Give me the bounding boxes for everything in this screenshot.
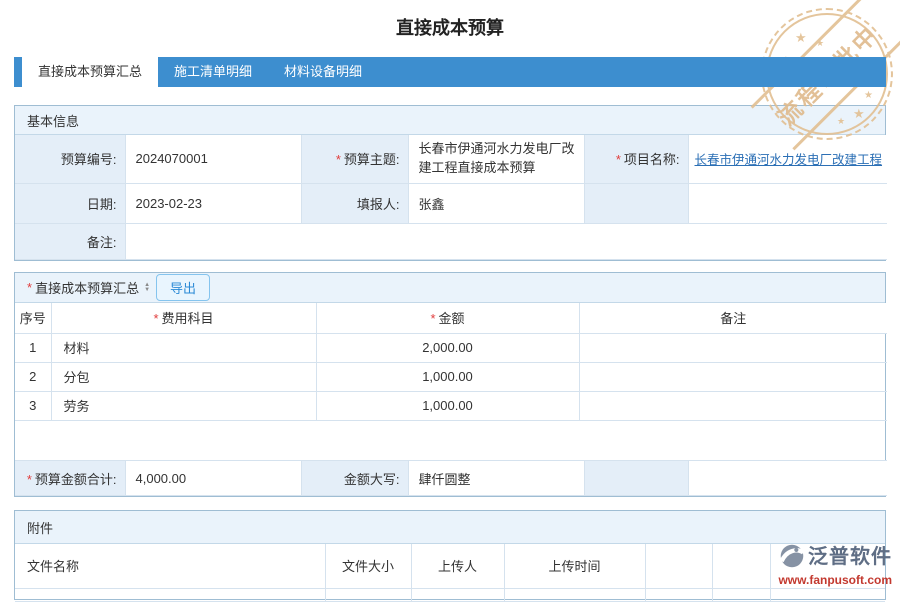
project-name-label: *项目名称: bbox=[584, 135, 688, 183]
required-mark: * bbox=[153, 311, 158, 326]
brand-website[interactable]: www.fanpusoft.com bbox=[778, 574, 892, 586]
project-link[interactable]: 长春市伊通河水力发电厂改建工程 bbox=[695, 153, 883, 167]
empty-cell bbox=[688, 183, 887, 223]
attachments-title: 附件 bbox=[27, 518, 53, 537]
preparer-label: 填报人: bbox=[301, 183, 408, 223]
row-amount: 2,000.00 bbox=[316, 333, 579, 362]
basic-info-title: 基本信息 bbox=[27, 111, 79, 130]
preparer-value: 张鑫 bbox=[408, 183, 584, 223]
summary-totals-row: *预算金额合计: 4,000.00 金额大写: 肆仟圆整 bbox=[15, 460, 887, 496]
table-row: 备注: bbox=[15, 223, 887, 259]
brand-name: 泛普软件 bbox=[808, 547, 892, 567]
amount-in-words-label: 金额大写: bbox=[301, 461, 408, 496]
attachments-section: 附件 文件名称 文件大小 上传人 上传时间 bbox=[14, 510, 886, 600]
empty-cell bbox=[15, 588, 325, 601]
date-value: 2023-02-23 bbox=[125, 183, 301, 223]
row-remark bbox=[579, 362, 887, 391]
page-title: 直接成本预算 bbox=[0, 14, 900, 40]
fanpu-logo-icon bbox=[779, 543, 805, 571]
summary-section-header: * 直接成本预算汇总 ▲ ▼ 导出 bbox=[15, 273, 885, 303]
required-mark: * bbox=[27, 280, 32, 295]
budget-no-value: 2024070001 bbox=[125, 135, 301, 183]
row-no: 3 bbox=[15, 391, 51, 420]
empty-cell bbox=[645, 588, 712, 601]
table-row: 日期: 2023-02-23 填报人: 张鑫 bbox=[15, 183, 887, 223]
table-row[interactable]: 1 材料 2,000.00 bbox=[15, 333, 887, 362]
export-button[interactable]: 导出 bbox=[156, 274, 210, 301]
table-row[interactable]: 2 分包 1,000.00 bbox=[15, 362, 887, 391]
sort-icon[interactable]: ▲ ▼ bbox=[144, 283, 150, 293]
total-amount-label: *预算金额合计: bbox=[15, 461, 125, 496]
empty-cell bbox=[411, 588, 504, 601]
col-header-amount: *金额 bbox=[316, 303, 579, 333]
attachments-header: 附件 bbox=[15, 511, 885, 544]
table-header-row: 文件名称 文件大小 上传人 上传时间 bbox=[15, 544, 885, 588]
empty-cell bbox=[712, 588, 770, 601]
summary-table: 序号 *费用科目 *金额 备注 1 材料 2,000.00 2 分包 1,000… bbox=[15, 303, 887, 421]
table-row[interactable]: 3 劳务 1,000.00 bbox=[15, 391, 887, 420]
row-no: 2 bbox=[15, 362, 51, 391]
row-remark bbox=[579, 391, 887, 420]
row-no: 1 bbox=[15, 333, 51, 362]
col-header-no: 序号 bbox=[15, 303, 51, 333]
empty-cell bbox=[770, 588, 885, 601]
date-label: 日期: bbox=[15, 183, 125, 223]
col-header-remark: 备注 bbox=[579, 303, 887, 333]
table-row: *预算金额合计: 4,000.00 金额大写: 肆仟圆整 bbox=[15, 461, 887, 496]
basic-info-section: 基本信息 预算编号: 2024070001 *预算主题: 长春市伊通河水力发电厂… bbox=[14, 105, 886, 261]
empty-header-cell bbox=[645, 544, 712, 588]
empty-header-cell bbox=[712, 544, 770, 588]
row-amount: 1,000.00 bbox=[316, 391, 579, 420]
direct-cost-summary-section: * 直接成本预算汇总 ▲ ▼ 导出 序号 *费用科目 *金额 备注 1 材料 2… bbox=[14, 272, 886, 497]
sort-down-arrow: ▼ bbox=[144, 288, 150, 293]
empty-cell bbox=[325, 588, 411, 601]
required-mark: * bbox=[27, 472, 32, 487]
col-header-file-size: 文件大小 bbox=[325, 544, 411, 588]
row-amount: 1,000.00 bbox=[316, 362, 579, 391]
budget-no-label: 预算编号: bbox=[15, 135, 125, 183]
star-icon: ★ bbox=[864, 90, 873, 101]
table-row: 预算编号: 2024070001 *预算主题: 长春市伊通河水力发电厂改建工程直… bbox=[15, 135, 887, 183]
attachments-table: 文件名称 文件大小 上传人 上传时间 bbox=[15, 544, 885, 602]
project-name-cell: 长春市伊通河水力发电厂改建工程 bbox=[688, 135, 887, 183]
remark-label: 备注: bbox=[15, 223, 125, 259]
basic-info-header: 基本信息 bbox=[15, 106, 885, 135]
required-mark: * bbox=[430, 311, 435, 326]
row-remark bbox=[579, 333, 887, 362]
required-mark: * bbox=[336, 152, 341, 167]
col-header-upload-time: 上传时间 bbox=[504, 544, 645, 588]
total-amount-value: 4,000.00 bbox=[125, 461, 301, 496]
table-header-row: 序号 *费用科目 *金额 备注 bbox=[15, 303, 887, 333]
budget-subject-value: 长春市伊通河水力发电厂改建工程直接成本预算 bbox=[408, 135, 584, 183]
col-header-subject: *费用科目 bbox=[51, 303, 316, 333]
row-subject: 分包 bbox=[51, 362, 316, 391]
empty-cell bbox=[504, 588, 645, 601]
vendor-brand: 泛普软件 www.fanpusoft.com bbox=[778, 543, 892, 586]
tab-bar: 直接成本预算汇总 施工清单明细 材料设备明细 bbox=[14, 57, 886, 87]
col-header-file-name: 文件名称 bbox=[15, 544, 325, 588]
empty-cell bbox=[584, 461, 688, 496]
empty-cell bbox=[584, 183, 688, 223]
table-row bbox=[15, 588, 885, 601]
tab-material-equipment-detail[interactable]: 材料设备明细 bbox=[268, 57, 378, 87]
row-subject: 劳务 bbox=[51, 391, 316, 420]
budget-subject-label: *预算主题: bbox=[301, 135, 408, 183]
remark-value bbox=[125, 223, 887, 259]
amount-in-words-value: 肆仟圆整 bbox=[408, 461, 584, 496]
basic-info-table: 预算编号: 2024070001 *预算主题: 长春市伊通河水力发电厂改建工程直… bbox=[15, 135, 887, 260]
empty-cell bbox=[688, 461, 887, 496]
tab-construction-list-detail[interactable]: 施工清单明细 bbox=[158, 57, 268, 87]
row-subject: 材料 bbox=[51, 333, 316, 362]
tab-direct-cost-summary[interactable]: 直接成本预算汇总 bbox=[22, 57, 158, 87]
summary-section-title: 直接成本预算汇总 bbox=[35, 278, 139, 297]
col-header-uploader: 上传人 bbox=[411, 544, 504, 588]
required-mark: * bbox=[616, 152, 621, 167]
